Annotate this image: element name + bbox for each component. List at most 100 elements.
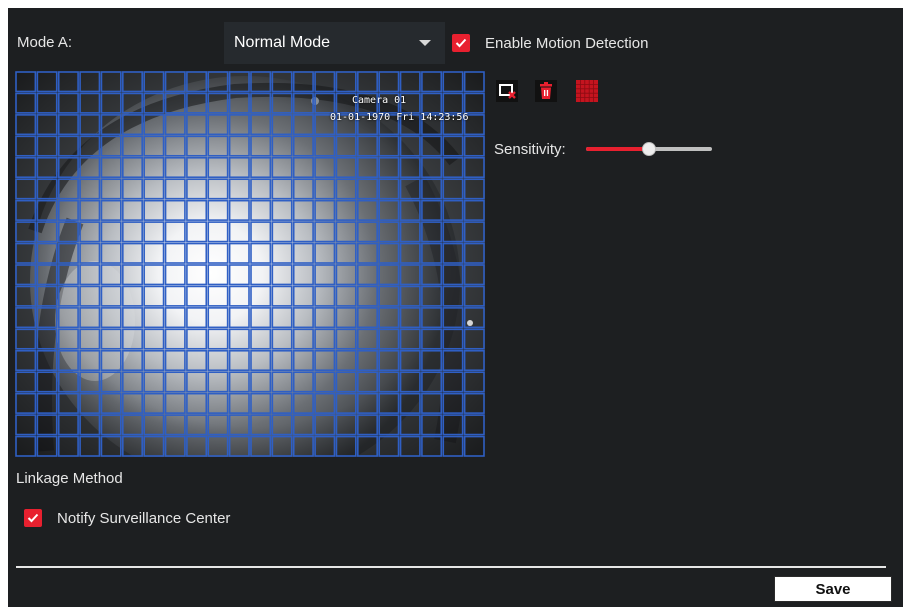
grid-cell[interactable] — [271, 328, 293, 350]
grid-cell[interactable] — [228, 392, 250, 414]
grid-cell[interactable] — [378, 414, 400, 436]
grid-cell[interactable] — [122, 156, 143, 179]
grid-cell[interactable] — [335, 242, 357, 264]
grid-cell[interactable] — [421, 435, 443, 457]
grid-cell[interactable] — [207, 199, 229, 221]
grid-cell[interactable] — [207, 156, 229, 179]
grid-cell[interactable] — [421, 371, 443, 393]
grid-cell[interactable] — [100, 199, 122, 221]
grid-cell[interactable] — [357, 285, 378, 307]
grid-cell[interactable] — [164, 114, 186, 136]
grid-cell[interactable] — [463, 264, 485, 286]
grid-cell[interactable] — [442, 199, 464, 221]
grid-cell[interactable] — [357, 264, 378, 286]
grid-cell[interactable] — [143, 349, 165, 372]
grid-cell[interactable] — [357, 371, 378, 393]
grid-cell[interactable] — [442, 156, 464, 179]
grid-cell[interactable] — [122, 114, 143, 136]
grid-cell[interactable] — [271, 285, 293, 307]
grid-cell[interactable] — [399, 221, 421, 243]
grid-cell[interactable] — [271, 156, 293, 179]
grid-cell[interactable] — [164, 199, 186, 221]
grid-cell[interactable] — [250, 156, 272, 179]
grid-cell[interactable] — [36, 114, 58, 136]
grid-cell[interactable] — [207, 178, 229, 200]
save-button[interactable]: Save — [774, 576, 892, 602]
grid-cell[interactable] — [57, 178, 79, 200]
grid-cell[interactable] — [36, 392, 58, 414]
grid-cell[interactable] — [15, 135, 37, 157]
grid-cell[interactable] — [122, 221, 143, 243]
grid-cell[interactable] — [36, 135, 58, 157]
grid-cell[interactable] — [228, 114, 250, 136]
grid-cell[interactable] — [463, 307, 485, 329]
grid-cell[interactable] — [228, 349, 250, 372]
grid-cell[interactable] — [79, 328, 101, 350]
grid-cell[interactable] — [292, 156, 314, 179]
grid-cell[interactable] — [164, 285, 186, 307]
grid-cell[interactable] — [228, 264, 250, 286]
grid-cell[interactable] — [442, 414, 464, 436]
grid-cell[interactable] — [36, 92, 58, 114]
grid-cell[interactable] — [228, 92, 250, 114]
grid-cell[interactable] — [292, 92, 314, 114]
grid-cell[interactable] — [378, 264, 400, 286]
grid-cell[interactable] — [164, 349, 186, 372]
grid-cell[interactable] — [79, 285, 101, 307]
grid-cell[interactable] — [399, 307, 421, 329]
grid-cell[interactable] — [57, 264, 79, 286]
grid-cell[interactable] — [314, 435, 336, 457]
grid-cell[interactable] — [100, 156, 122, 179]
grid-cell[interactable] — [164, 392, 186, 414]
grid-cell[interactable] — [335, 349, 357, 372]
grid-cell[interactable] — [100, 349, 122, 372]
grid-cell[interactable] — [164, 135, 186, 157]
grid-cell[interactable] — [399, 156, 421, 179]
grid-cell[interactable] — [250, 264, 272, 286]
grid-cell[interactable] — [36, 178, 58, 200]
grid-cell[interactable] — [335, 392, 357, 414]
grid-cell[interactable] — [314, 221, 336, 243]
grid-cell[interactable] — [79, 156, 101, 179]
grid-cell[interactable] — [57, 92, 79, 114]
grid-cell[interactable] — [271, 371, 293, 393]
grid-cell[interactable] — [186, 156, 208, 179]
grid-cell[interactable] — [292, 392, 314, 414]
grid-cell[interactable] — [271, 242, 293, 264]
grid-cell[interactable] — [228, 135, 250, 157]
grid-cell[interactable] — [292, 349, 314, 372]
grid-cell[interactable] — [292, 221, 314, 243]
grid-cell[interactable] — [122, 307, 143, 329]
grid-cell[interactable] — [335, 328, 357, 350]
grid-cell[interactable] — [57, 285, 79, 307]
grid-cell[interactable] — [271, 114, 293, 136]
grid-cell[interactable] — [100, 264, 122, 286]
grid-cell[interactable] — [463, 221, 485, 243]
grid-cell[interactable] — [463, 285, 485, 307]
grid-cell[interactable] — [463, 71, 485, 93]
grid-cell[interactable] — [79, 242, 101, 264]
grid-cell[interactable] — [399, 371, 421, 393]
grid-cell[interactable] — [399, 71, 421, 93]
grid-cell[interactable] — [292, 285, 314, 307]
grid-cell[interactable] — [228, 156, 250, 179]
grid-cell[interactable] — [79, 199, 101, 221]
grid-cell[interactable] — [15, 156, 37, 179]
grid-cell[interactable] — [292, 435, 314, 457]
grid-cell[interactable] — [335, 307, 357, 329]
grid-cell[interactable] — [378, 328, 400, 350]
grid-cell[interactable] — [463, 156, 485, 179]
grid-cell[interactable] — [292, 178, 314, 200]
grid-cell[interactable] — [79, 92, 101, 114]
grid-cell[interactable] — [164, 156, 186, 179]
grid-cell[interactable] — [292, 264, 314, 286]
grid-cell[interactable] — [250, 435, 272, 457]
grid-cell[interactable] — [57, 371, 79, 393]
grid-cell[interactable] — [186, 349, 208, 372]
grid-cell[interactable] — [57, 435, 79, 457]
grid-cell[interactable] — [399, 285, 421, 307]
grid-cell[interactable] — [357, 199, 378, 221]
grid-cell[interactable] — [15, 349, 37, 372]
grid-cell[interactable] — [15, 71, 37, 93]
grid-cell[interactable] — [100, 285, 122, 307]
